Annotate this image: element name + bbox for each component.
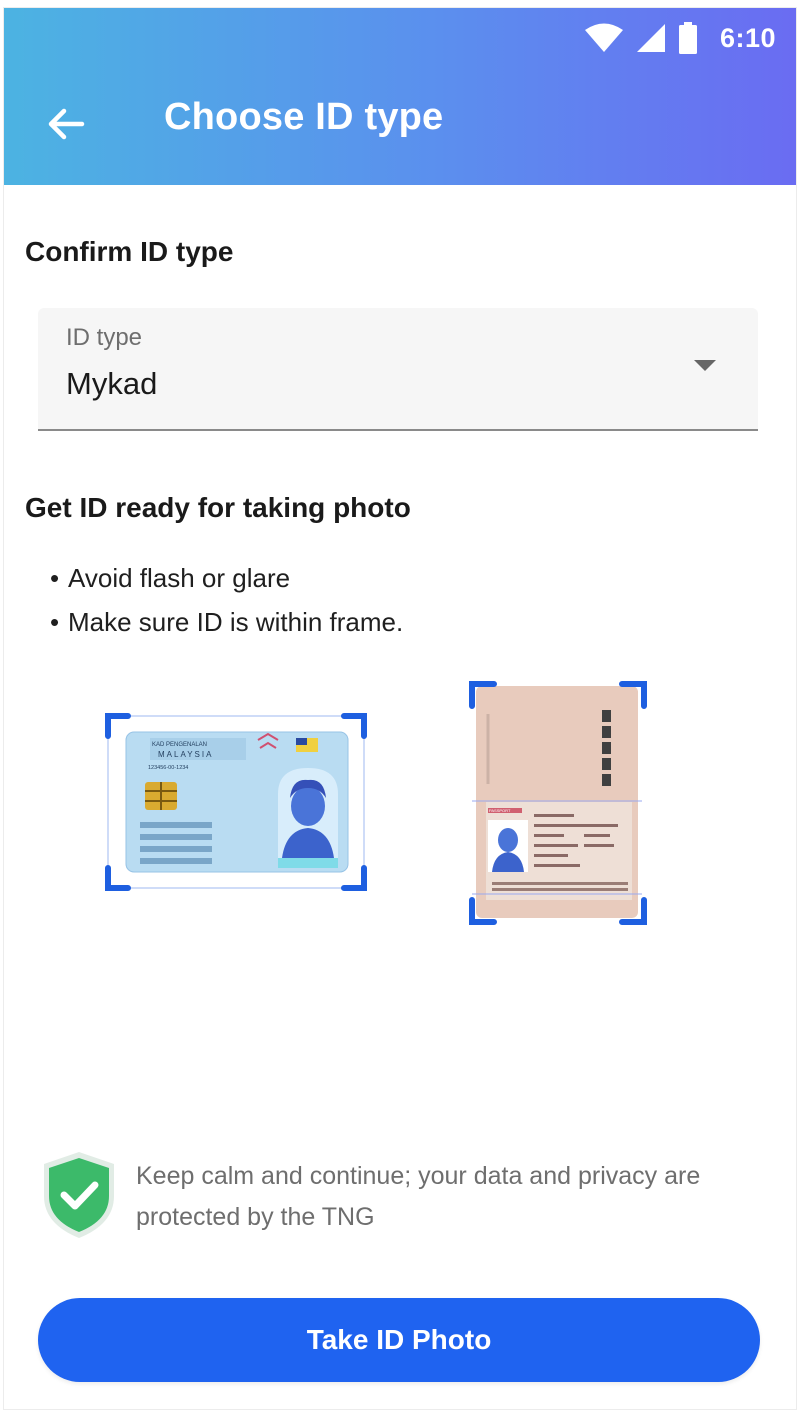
- passport-illustration: PASSPORT: [469, 681, 647, 925]
- tips-list: • Avoid flash or glare • Make sure ID is w…: [50, 556, 403, 644]
- take-id-photo-button[interactable]: Take ID Photo: [38, 1298, 760, 1382]
- card-title-line2: MALAYSIA: [158, 750, 213, 759]
- id-type-label: ID type: [66, 324, 143, 351]
- caret-down-icon: [694, 360, 716, 371]
- privacy-text: Keep calm and continue; your data and pr…: [136, 1162, 701, 1231]
- wifi-icon: [584, 23, 623, 52]
- tip-item: • Avoid flash or glare: [50, 563, 291, 593]
- back-button[interactable]: [42, 100, 90, 148]
- tip-text: Make sure ID is within frame.: [68, 607, 404, 637]
- cellular-signal-icon: [636, 24, 665, 52]
- shield-check-icon: [44, 1152, 114, 1238]
- arrow-left-icon: [48, 108, 85, 140]
- id-type-value: Mykad: [66, 366, 158, 401]
- card-number: 123456-00-1234: [148, 765, 188, 771]
- ready-heading: Get ID ready for taking photo: [25, 492, 411, 523]
- tip-item: • Make sure ID is within frame.: [50, 607, 404, 637]
- tip-text: Avoid flash or glare: [68, 563, 291, 593]
- page-title: Choose ID type: [164, 96, 444, 138]
- app-bar: 6:10 Choose ID type: [4, 8, 796, 185]
- id-card-illustration: KAD PENGENALAN MALAYSIA 123456-00-1234: [105, 713, 367, 891]
- status-bar: 6:10: [584, 18, 776, 58]
- confirm-heading: Confirm ID type: [25, 236, 234, 267]
- privacy-note: Keep calm and continue; your data and pr…: [40, 1150, 780, 1240]
- card-title-line1: KAD PENGENALAN: [152, 742, 207, 748]
- passport-label: PASSPORT: [489, 808, 511, 813]
- status-time: 6:10: [719, 22, 776, 53]
- battery-icon: [678, 22, 697, 54]
- app-screen: 6:10 Choose ID type Confirm ID type ID t…: [4, 8, 796, 1409]
- id-type-dropdown[interactable]: ID type Mykad: [38, 308, 758, 431]
